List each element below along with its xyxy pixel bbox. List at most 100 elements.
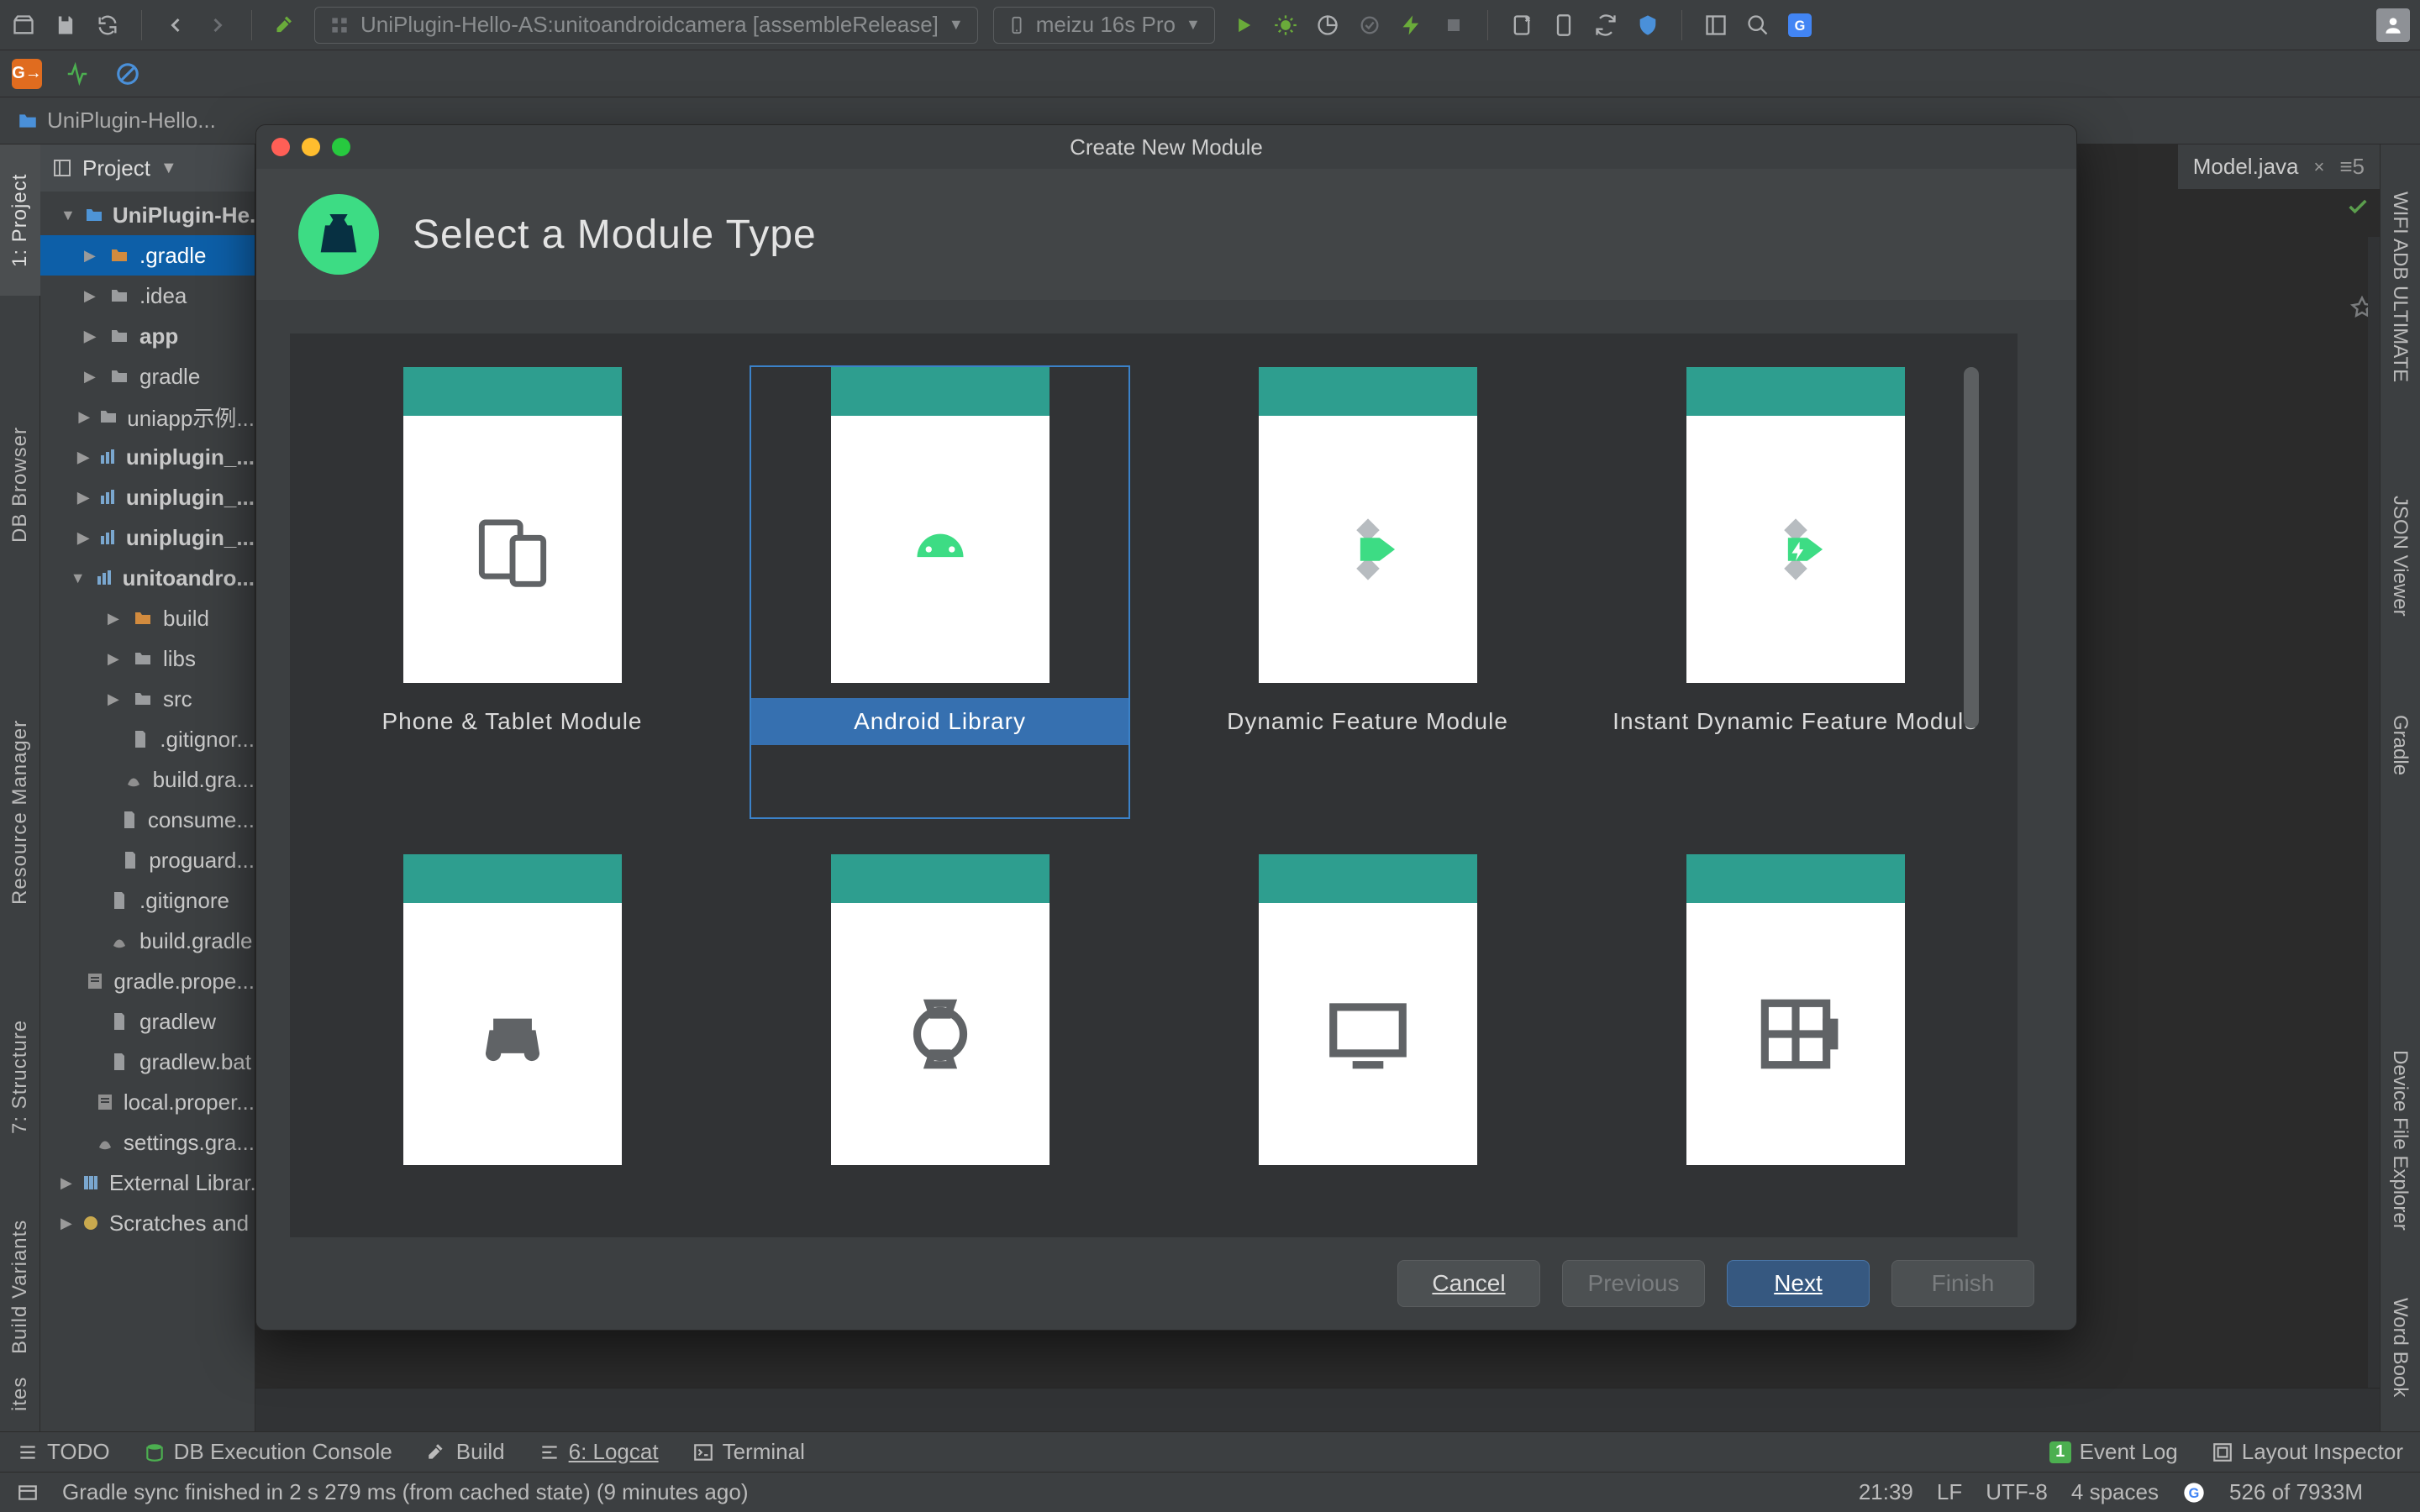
project-tree[interactable]: ▼UniPlugin-He...▶.gradle▶.idea▶app▶gradl… — [40, 192, 255, 1431]
toolwindow-tab-terminal[interactable]: Terminal — [692, 1439, 805, 1465]
cancel-button[interactable]: Cancel — [1397, 1260, 1540, 1307]
tree-item[interactable]: ▶uniplugin_... — [40, 517, 255, 558]
translate-icon[interactable]: G — [1786, 12, 1813, 39]
status-caret-position[interactable]: 21:39 — [1859, 1479, 1913, 1505]
project-view-dropdown[interactable]: Project ▼ — [40, 144, 255, 192]
toolwindow-tab-db[interactable]: DB Browser — [0, 396, 40, 573]
tree-item[interactable]: ▶uniapp示例... — [40, 396, 255, 437]
forward-icon[interactable] — [204, 12, 231, 39]
tree-item[interactable]: gradlew.bat — [40, 1042, 255, 1082]
toolwindow-tab-gradle[interactable]: Gradle — [2380, 682, 2420, 808]
activity-icon[interactable] — [62, 59, 92, 89]
tree-item[interactable]: build.gra... — [40, 759, 255, 800]
tree-item[interactable]: build.gradle — [40, 921, 255, 961]
close-window-icon[interactable] — [271, 138, 290, 156]
plugin-icon[interactable]: G→ — [12, 59, 42, 89]
toolwindow-tab-resource[interactable]: Resource Manager — [0, 682, 40, 942]
google-icon[interactable]: G — [2182, 1481, 2206, 1504]
toolwindow-tab-structure[interactable]: 7: Structure — [0, 984, 40, 1169]
toolwindow-tab-devicefile[interactable]: Device File Explorer — [2380, 1001, 2420, 1278]
previous-button[interactable]: Previous — [1562, 1260, 1705, 1307]
status-indent[interactable]: 4 spaces — [2071, 1479, 2159, 1505]
module-type-card[interactable]: Phone & Tablet Module — [324, 367, 701, 817]
profile-icon[interactable] — [1314, 12, 1341, 39]
toolwindow-tab-layoutinspector[interactable]: Layout Inspector — [2212, 1439, 2403, 1465]
tree-item[interactable]: ▶.idea — [40, 276, 255, 316]
editor-tab-bar: Model.java × ≡5 — [2178, 144, 2380, 190]
tree-item[interactable]: .gitignore — [40, 880, 255, 921]
tree-item[interactable]: proguard... — [40, 840, 255, 880]
tree-item[interactable]: local.proper... — [40, 1082, 255, 1122]
toolwindow-tab-project[interactable]: 1: Project — [0, 144, 40, 296]
tree-item[interactable]: ▶.gradle — [40, 235, 255, 276]
search-icon[interactable] — [1744, 12, 1771, 39]
hammer-icon[interactable] — [272, 12, 299, 39]
device-dropdown[interactable]: meizu 16s Pro ▼ — [993, 7, 1215, 44]
modules-icon[interactable] — [1634, 12, 1661, 39]
tree-item[interactable]: ▶uniplugin_... — [40, 437, 255, 477]
sdk-icon[interactable] — [1550, 12, 1577, 39]
tree-item[interactable]: settings.gra... — [40, 1122, 255, 1163]
refresh-icon[interactable] — [94, 12, 121, 39]
status-memory[interactable]: 526 of 7933M — [2229, 1479, 2363, 1505]
tree-item[interactable]: ▶app — [40, 316, 255, 356]
module-type-card[interactable] — [324, 854, 701, 1237]
block-icon[interactable] — [113, 59, 143, 89]
toolwindow-tab-dbconsole[interactable]: DB Execution Console — [144, 1439, 392, 1465]
tree-item[interactable]: ▶uniplugin_... — [40, 477, 255, 517]
run-config-dropdown[interactable]: UniPlugin-Hello-AS:unitoandroidcamera [a… — [314, 7, 978, 44]
tree-item[interactable]: ▶src — [40, 679, 255, 719]
tree-item[interactable]: ▶build — [40, 598, 255, 638]
status-encoding[interactable]: UTF-8 — [1986, 1479, 2048, 1505]
toolwindow-tab-favorites[interactable]: ites — [0, 1356, 40, 1431]
toolwindow-tab-json[interactable]: JSON Viewer — [2380, 464, 2420, 648]
tree-item[interactable]: ▶gradle — [40, 356, 255, 396]
status-line-separator[interactable]: LF — [1937, 1479, 1962, 1505]
module-type-card[interactable] — [1179, 854, 1556, 1237]
back-icon[interactable] — [162, 12, 189, 39]
stop-icon[interactable] — [1440, 12, 1467, 39]
run-icon[interactable] — [1230, 12, 1257, 39]
breadcrumb-root[interactable]: UniPlugin-Hello... — [47, 108, 216, 134]
toolwindow-tab-eventlog[interactable]: 1Event Log — [2049, 1439, 2178, 1465]
apply-changes-icon[interactable] — [1398, 12, 1425, 39]
toolwindow-tab-todo[interactable]: TODO — [17, 1439, 110, 1465]
structure-view-icon[interactable] — [1702, 12, 1729, 39]
tree-item[interactable]: ▶libs — [40, 638, 255, 679]
save-icon[interactable] — [52, 12, 79, 39]
coverage-icon[interactable] — [1356, 12, 1383, 39]
avd-icon[interactable] — [1508, 12, 1535, 39]
close-tab-icon[interactable]: × — [2314, 156, 2325, 178]
tree-item[interactable]: gradlew — [40, 1001, 255, 1042]
debug-icon[interactable] — [1272, 12, 1299, 39]
tree-item[interactable]: ▶External Librar... — [40, 1163, 255, 1203]
module-type-card[interactable]: Android Library — [751, 367, 1128, 817]
module-grid-scrollbar[interactable] — [1964, 367, 1979, 728]
tree-item[interactable]: consume... — [40, 800, 255, 840]
tree-item[interactable]: ▼UniPlugin-He... — [40, 195, 255, 235]
toolwindow-tab-build[interactable]: Build — [426, 1439, 505, 1465]
dropdown-arrow-icon: ▼ — [949, 16, 964, 34]
tree-item[interactable]: gradle.prope... — [40, 961, 255, 1001]
sync-icon[interactable] — [1592, 12, 1619, 39]
next-button[interactable]: Next — [1727, 1260, 1870, 1307]
module-type-card[interactable] — [1607, 854, 1984, 1237]
editor-tab[interactable]: Model.java — [2193, 154, 2299, 180]
tree-item[interactable]: ▶Scratches and ... — [40, 1203, 255, 1243]
tree-item[interactable]: .gitignor... — [40, 719, 255, 759]
zoom-window-icon[interactable] — [332, 138, 350, 156]
open-icon[interactable] — [10, 12, 37, 39]
account-avatar[interactable] — [2376, 8, 2410, 42]
finish-button[interactable]: Finish — [1891, 1260, 2034, 1307]
minimize-window-icon[interactable] — [302, 138, 320, 156]
toolwindow-tab-wordbook[interactable]: Word Book — [2380, 1263, 2420, 1431]
editor-split-indicator[interactable]: ≡5 — [2339, 154, 2365, 180]
module-type-card[interactable] — [751, 854, 1128, 1237]
tree-item[interactable]: ▼unitoandro... — [40, 558, 255, 598]
module-type-card[interactable]: Dynamic Feature Module — [1179, 367, 1556, 817]
statusbar-window-icon[interactable] — [17, 1482, 39, 1504]
toolwindow-tab-logcat[interactable]: 6: Logcat — [539, 1439, 659, 1465]
toolwindow-tab-wifiadb[interactable]: WIFI ADB ULTIMATE — [2380, 144, 2420, 430]
module-type-card[interactable]: Instant Dynamic Feature Module — [1607, 367, 1984, 817]
editor-scrollbar[interactable] — [2368, 237, 2380, 1431]
